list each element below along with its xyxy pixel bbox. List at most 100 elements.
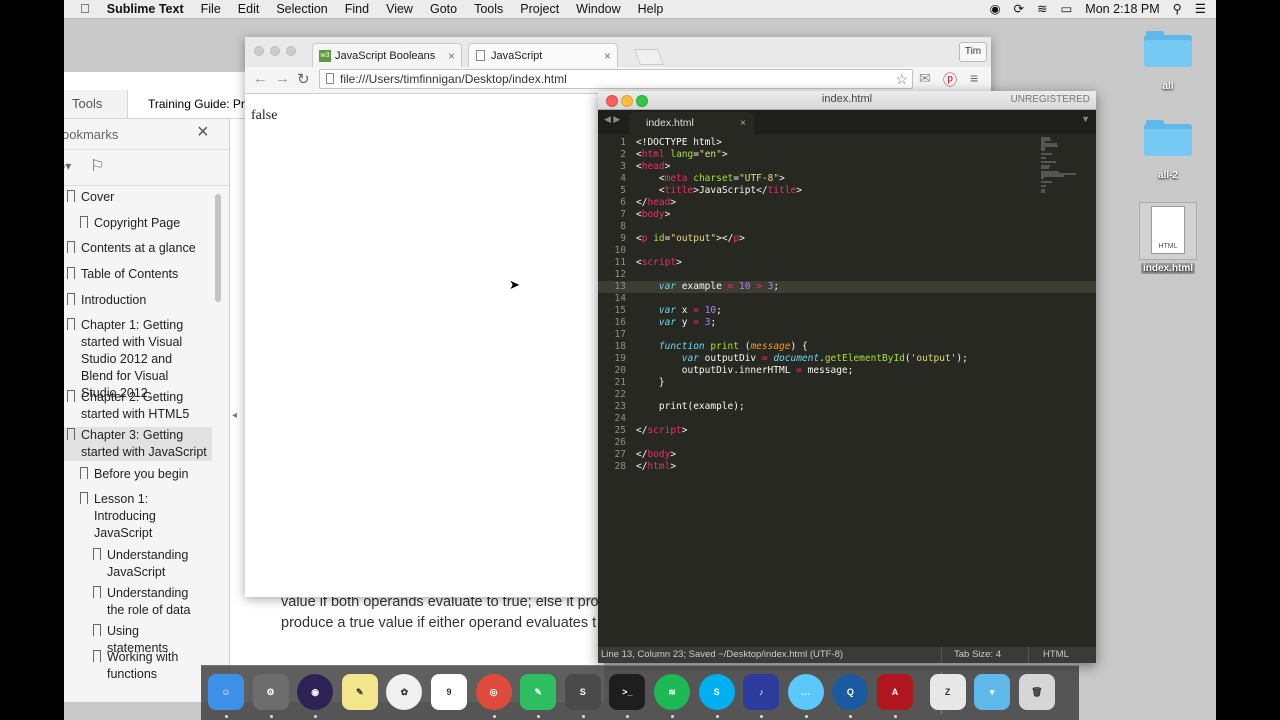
- battery-icon[interactable]: ▭: [1060, 1, 1072, 16]
- bookmark-item[interactable]: Chapter 2: Getting started with HTML5: [64, 389, 194, 423]
- dock-quicktime-icon[interactable]: Q: [832, 674, 869, 710]
- bookmark-item[interactable]: Chapter 3: Getting started with JavaScri…: [64, 427, 212, 461]
- dock-spotify-icon[interactable]: ≋: [654, 674, 690, 710]
- code-line[interactable]: function print (message) {: [636, 341, 968, 353]
- bookmark-options-icon[interactable]: ▪▾: [64, 159, 71, 173]
- app-menu[interactable]: Sublime Text: [107, 2, 184, 16]
- code-line[interactable]: var outputDiv = document.getElementById(…: [636, 353, 968, 365]
- dock-acrobat-icon[interactable]: A: [877, 674, 913, 710]
- browser-tab[interactable]: w3 JavaScript Booleans ×: [312, 43, 462, 67]
- tab-size-selector[interactable]: Tab Size: 4: [941, 647, 1024, 663]
- dock-trash-icon[interactable]: 🗑: [1018, 674, 1055, 710]
- bookmark-item[interactable]: Lesson 1: Introducing JavaScript: [77, 491, 207, 542]
- dock-system-preferences-icon[interactable]: ⚙: [252, 674, 289, 710]
- close-tab-icon[interactable]: ×: [740, 112, 746, 134]
- dock-messages-icon[interactable]: …: [787, 674, 824, 710]
- code-line[interactable]: var y = 3;: [636, 317, 968, 329]
- code-line[interactable]: var example = 10 > 3;: [636, 281, 968, 293]
- menu-edit[interactable]: Edit: [238, 2, 260, 16]
- code-line[interactable]: [636, 437, 968, 449]
- code-line[interactable]: [636, 269, 968, 281]
- code-line[interactable]: print(example);: [636, 401, 968, 413]
- dock-stickies-icon[interactable]: ✎: [341, 674, 378, 710]
- bookmark-star-icon[interactable]: ☆: [895, 70, 908, 88]
- browser-tab-active[interactable]: JavaScript ×: [468, 43, 618, 67]
- gmail-extension-icon[interactable]: ✉: [919, 70, 931, 87]
- close-tab-icon[interactable]: ×: [604, 44, 611, 68]
- reload-icon[interactable]: ↻: [297, 70, 310, 88]
- notification-center-icon[interactable]: ☰: [1195, 1, 1206, 16]
- syntax-selector[interactable]: HTML: [1028, 647, 1111, 663]
- dock-evernote-icon[interactable]: ✎: [520, 674, 557, 710]
- sync-icon[interactable]: ⟳: [1014, 1, 1024, 16]
- menu-tools[interactable]: Tools: [474, 2, 503, 16]
- code-line[interactable]: </head>: [636, 197, 968, 209]
- code-line[interactable]: <!DOCTYPE html>: [636, 137, 968, 149]
- address-bar[interactable]: file:///Users/timfinnigan/Desktop/index.…: [319, 69, 913, 89]
- code-line[interactable]: }: [636, 377, 968, 389]
- chrome-menu-icon[interactable]: ≡: [970, 70, 978, 86]
- dock-downloads-folder-icon[interactable]: ▾: [974, 674, 1011, 710]
- reader-document-tab[interactable]: Training Guide: Pr...: [127, 90, 257, 118]
- bookmark-item[interactable]: Understanding JavaScript: [90, 547, 200, 581]
- menu-goto[interactable]: Goto: [430, 2, 457, 16]
- desktop-folder[interactable]: all: [1135, 31, 1201, 92]
- code-line[interactable]: </body>: [636, 449, 968, 461]
- code-line[interactable]: </script>: [636, 425, 968, 437]
- dock-calendar-icon[interactable]: 9: [431, 674, 467, 710]
- dock-finder-icon[interactable]: ☺: [208, 674, 244, 710]
- add-bookmark-icon[interactable]: ⚐: [90, 156, 104, 176]
- dock-archive-utility-icon[interactable]: Z: [929, 674, 966, 710]
- code-line[interactable]: <script>: [636, 257, 968, 269]
- wifi-icon[interactable]: ≋: [1037, 1, 1047, 16]
- close-tab-icon[interactable]: ×: [448, 44, 455, 68]
- menu-help[interactable]: Help: [638, 2, 664, 16]
- code-line[interactable]: <meta charset="UTF-8">: [636, 173, 968, 185]
- new-tab-button[interactable]: [634, 49, 664, 65]
- code-line[interactable]: <html lang="en">: [636, 149, 968, 161]
- tab-list-dropdown-icon[interactable]: ▼: [1081, 114, 1090, 124]
- tab-nav-arrows-icon[interactable]: ◀ ▶: [604, 114, 620, 125]
- minimize-window-button[interactable]: [270, 46, 280, 56]
- code-line[interactable]: <head>: [636, 161, 968, 173]
- record-icon[interactable]: ◉: [990, 1, 1001, 16]
- pinterest-extension-icon[interactable]: ⓟ: [943, 70, 957, 90]
- bookmark-item[interactable]: Table of Contents: [64, 266, 204, 283]
- bookmark-item[interactable]: Introduction: [64, 292, 204, 309]
- code-line[interactable]: <body>: [636, 209, 968, 221]
- code-editor[interactable]: <!DOCTYPE html> <html lang="en"> <head> <m…: [636, 137, 968, 473]
- code-line[interactable]: [636, 221, 968, 233]
- dock-terminal-icon[interactable]: >_: [609, 674, 646, 710]
- dock-audacity-icon[interactable]: ♪: [743, 674, 780, 710]
- minimap[interactable]: [1041, 137, 1077, 193]
- code-line[interactable]: outputDiv.innerHTML = message;: [636, 365, 968, 377]
- editor-tab[interactable]: index.html ×: [629, 112, 754, 134]
- bookmark-item[interactable]: Understanding the role of data: [90, 585, 205, 619]
- menu-selection[interactable]: Selection: [276, 2, 327, 16]
- code-line[interactable]: var x = 10;: [636, 305, 968, 317]
- close-window-button[interactable]: [254, 46, 264, 56]
- code-line[interactable]: [636, 293, 968, 305]
- code-line[interactable]: [636, 389, 968, 401]
- menubar-clock[interactable]: Mon 2:18 PM: [1085, 2, 1159, 16]
- desktop-html-file[interactable]: HTML index.html: [1135, 202, 1201, 274]
- menu-find[interactable]: Find: [345, 2, 369, 16]
- profile-button[interactable]: Tim: [959, 42, 987, 62]
- menu-window[interactable]: Window: [576, 2, 620, 16]
- dock-skype-icon[interactable]: S: [698, 674, 735, 710]
- code-line[interactable]: <p id="output"></p>: [636, 233, 968, 245]
- code-line[interactable]: [636, 245, 968, 257]
- back-icon[interactable]: ←: [253, 70, 268, 87]
- menu-file[interactable]: File: [201, 2, 221, 16]
- bookmark-item[interactable]: Before you begin: [77, 466, 207, 483]
- forward-icon[interactable]: →: [275, 70, 290, 87]
- bookmark-item[interactable]: Working with functions: [90, 649, 200, 683]
- bookmarks-scrollbar[interactable]: [215, 194, 221, 302]
- code-line[interactable]: [636, 329, 968, 341]
- code-line[interactable]: </html>: [636, 461, 968, 473]
- zoom-window-button[interactable]: [286, 46, 296, 56]
- apple-menu-icon[interactable]: : [80, 1, 90, 16]
- dock-sublime-text-icon[interactable]: S: [564, 674, 601, 710]
- bookmark-item[interactable]: Contents at a glance: [64, 240, 204, 257]
- code-line[interactable]: [636, 413, 968, 425]
